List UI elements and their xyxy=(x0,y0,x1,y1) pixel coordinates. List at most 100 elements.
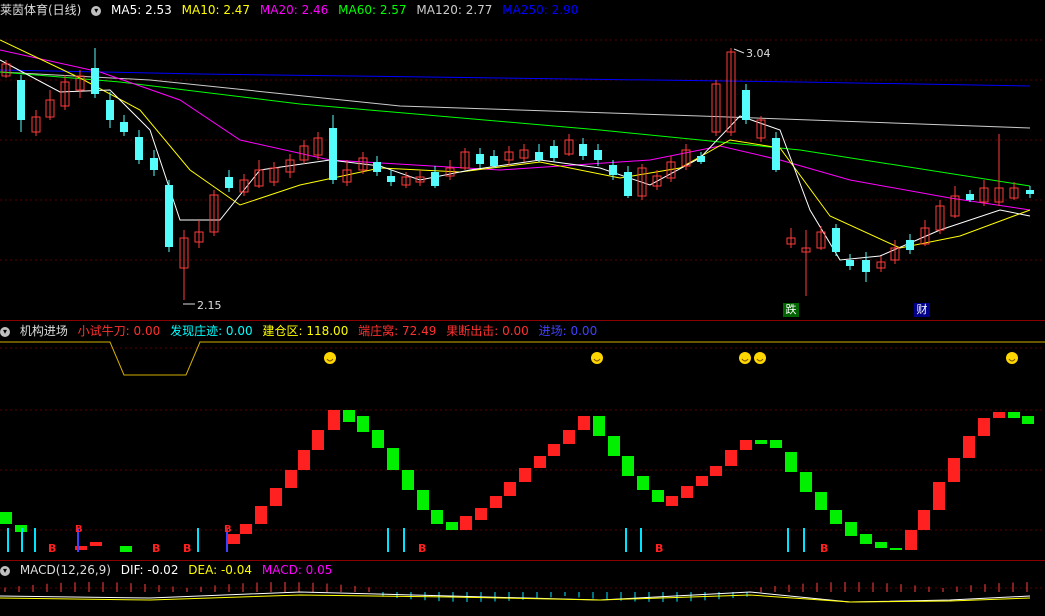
momentum-brick xyxy=(1008,412,1020,418)
momentum-brick xyxy=(298,450,310,470)
indicator-title: 机构进场 xyxy=(19,324,68,338)
indicator-content: B B B B B B B B xyxy=(0,341,1045,555)
macd-value: MACD: 0.05 xyxy=(261,563,333,577)
momentum-brick xyxy=(90,542,102,546)
momentum-brick xyxy=(228,534,240,544)
indicator-panel[interactable]: B B B B B B B B xyxy=(0,340,1045,560)
ind-item-4: 果断出击: 0.00 xyxy=(446,324,529,338)
smile-icon xyxy=(754,352,766,364)
candle-body xyxy=(550,146,558,158)
momentum-brick xyxy=(431,510,443,524)
b-marker: B xyxy=(48,542,56,555)
momentum-brick xyxy=(845,522,857,536)
ma120-label: MA120: 2.77 xyxy=(416,3,493,17)
candle-body xyxy=(17,80,25,120)
momentum-brick xyxy=(608,436,620,456)
candle-body xyxy=(624,172,632,196)
candle-body xyxy=(579,144,587,156)
kline-chart: 3.04 2.15 xyxy=(0,39,1045,312)
candle-body xyxy=(329,128,337,180)
ma250-label: MA250: 2.90 xyxy=(502,3,579,17)
momentum-brick xyxy=(963,436,975,458)
momentum-brick xyxy=(357,416,369,432)
momentum-brick xyxy=(978,418,990,436)
momentum-brick xyxy=(285,470,297,488)
candle-body xyxy=(165,185,173,247)
momentum-brick xyxy=(681,486,693,498)
momentum-brick xyxy=(637,476,649,490)
b-marker: B xyxy=(183,542,191,555)
momentum-brick xyxy=(372,430,384,448)
b-marker: B xyxy=(152,542,160,555)
momentum-brick xyxy=(593,416,605,436)
candle-body xyxy=(846,260,854,266)
momentum-brick xyxy=(328,410,340,430)
ind-item-0: 小试牛刀: 0.00 xyxy=(77,324,161,338)
candle-body xyxy=(225,177,233,188)
indicator-collapse-icon[interactable]: ▾ xyxy=(0,326,10,337)
momentum-brick xyxy=(446,522,458,530)
momentum-brick xyxy=(933,482,945,510)
candle-body xyxy=(387,176,395,182)
momentum-brick xyxy=(460,516,472,530)
candlesticks xyxy=(1,48,1034,300)
momentum-brick xyxy=(890,548,902,550)
momentum-brick xyxy=(696,476,708,486)
candle-body xyxy=(373,162,381,172)
momentum-brick xyxy=(519,468,531,482)
candle-body xyxy=(490,156,498,166)
smile-icon xyxy=(591,352,603,364)
momentum-brick xyxy=(563,430,575,444)
ma10-label: MA10: 2.47 xyxy=(181,3,251,17)
candle-body xyxy=(91,68,99,94)
macd-content xyxy=(0,582,1045,603)
dif-line xyxy=(0,591,1031,603)
macd-panel[interactable] xyxy=(0,578,1045,616)
macd-dif: DIF: -0.02 xyxy=(120,563,179,577)
candle-body xyxy=(535,152,543,160)
candle-body xyxy=(966,194,974,200)
ind-item-5: 进场: 0.00 xyxy=(538,324,598,338)
candle-body xyxy=(772,138,780,170)
momentum-brick xyxy=(417,490,429,510)
candle-body xyxy=(106,100,114,120)
momentum-brick xyxy=(815,492,827,510)
ma20-line xyxy=(0,49,1031,211)
indicator-header: ▾ 机构进场 小试牛刀: 0.00 发现庄迹: 0.00 建仓区: 118.00… xyxy=(0,321,603,341)
momentum-brick xyxy=(343,410,355,422)
momentum-brick xyxy=(120,546,132,552)
momentum-brick xyxy=(402,470,414,490)
momentum-brick xyxy=(75,546,87,550)
candle-body xyxy=(1026,190,1034,194)
ind-item-2: 建仓区: 118.00 xyxy=(262,324,349,338)
macd-title: MACD(12,26,9) xyxy=(19,563,111,577)
high-price-label: 3.04 xyxy=(746,47,771,60)
smile-icon xyxy=(324,352,336,364)
collapse-icon[interactable]: ▾ xyxy=(91,5,102,16)
momentum-brick xyxy=(504,482,516,496)
b-marker-small: B xyxy=(224,524,232,535)
momentum-brick xyxy=(652,490,664,502)
macd-collapse-icon[interactable]: ▾ xyxy=(0,565,10,576)
tag-cai: 财 xyxy=(914,303,930,317)
kline-panel[interactable]: 3.04 2.15 跌 财 xyxy=(0,20,1045,320)
momentum-brick xyxy=(710,466,722,476)
dea-line xyxy=(0,594,1031,603)
momentum-brick xyxy=(800,472,812,492)
ind-item-1: 发现庄迹: 0.00 xyxy=(170,324,253,338)
indicator-chart: B B B B B B B B xyxy=(0,341,1045,555)
macd-dea: DEA: -0.04 xyxy=(188,563,253,577)
candle-body xyxy=(594,150,602,160)
momentum-brick xyxy=(860,534,872,544)
candle-body xyxy=(150,158,158,170)
momentum-brick xyxy=(622,456,634,476)
momentum-brick xyxy=(578,416,590,430)
momentum-brick xyxy=(1022,416,1034,424)
b-marker: B xyxy=(655,542,663,555)
candle-body xyxy=(431,172,439,186)
b-marker: B xyxy=(418,542,426,555)
momentum-brick xyxy=(740,440,752,450)
candle-body xyxy=(906,240,914,250)
momentum-brick xyxy=(270,488,282,506)
momentum-brick xyxy=(490,496,502,508)
